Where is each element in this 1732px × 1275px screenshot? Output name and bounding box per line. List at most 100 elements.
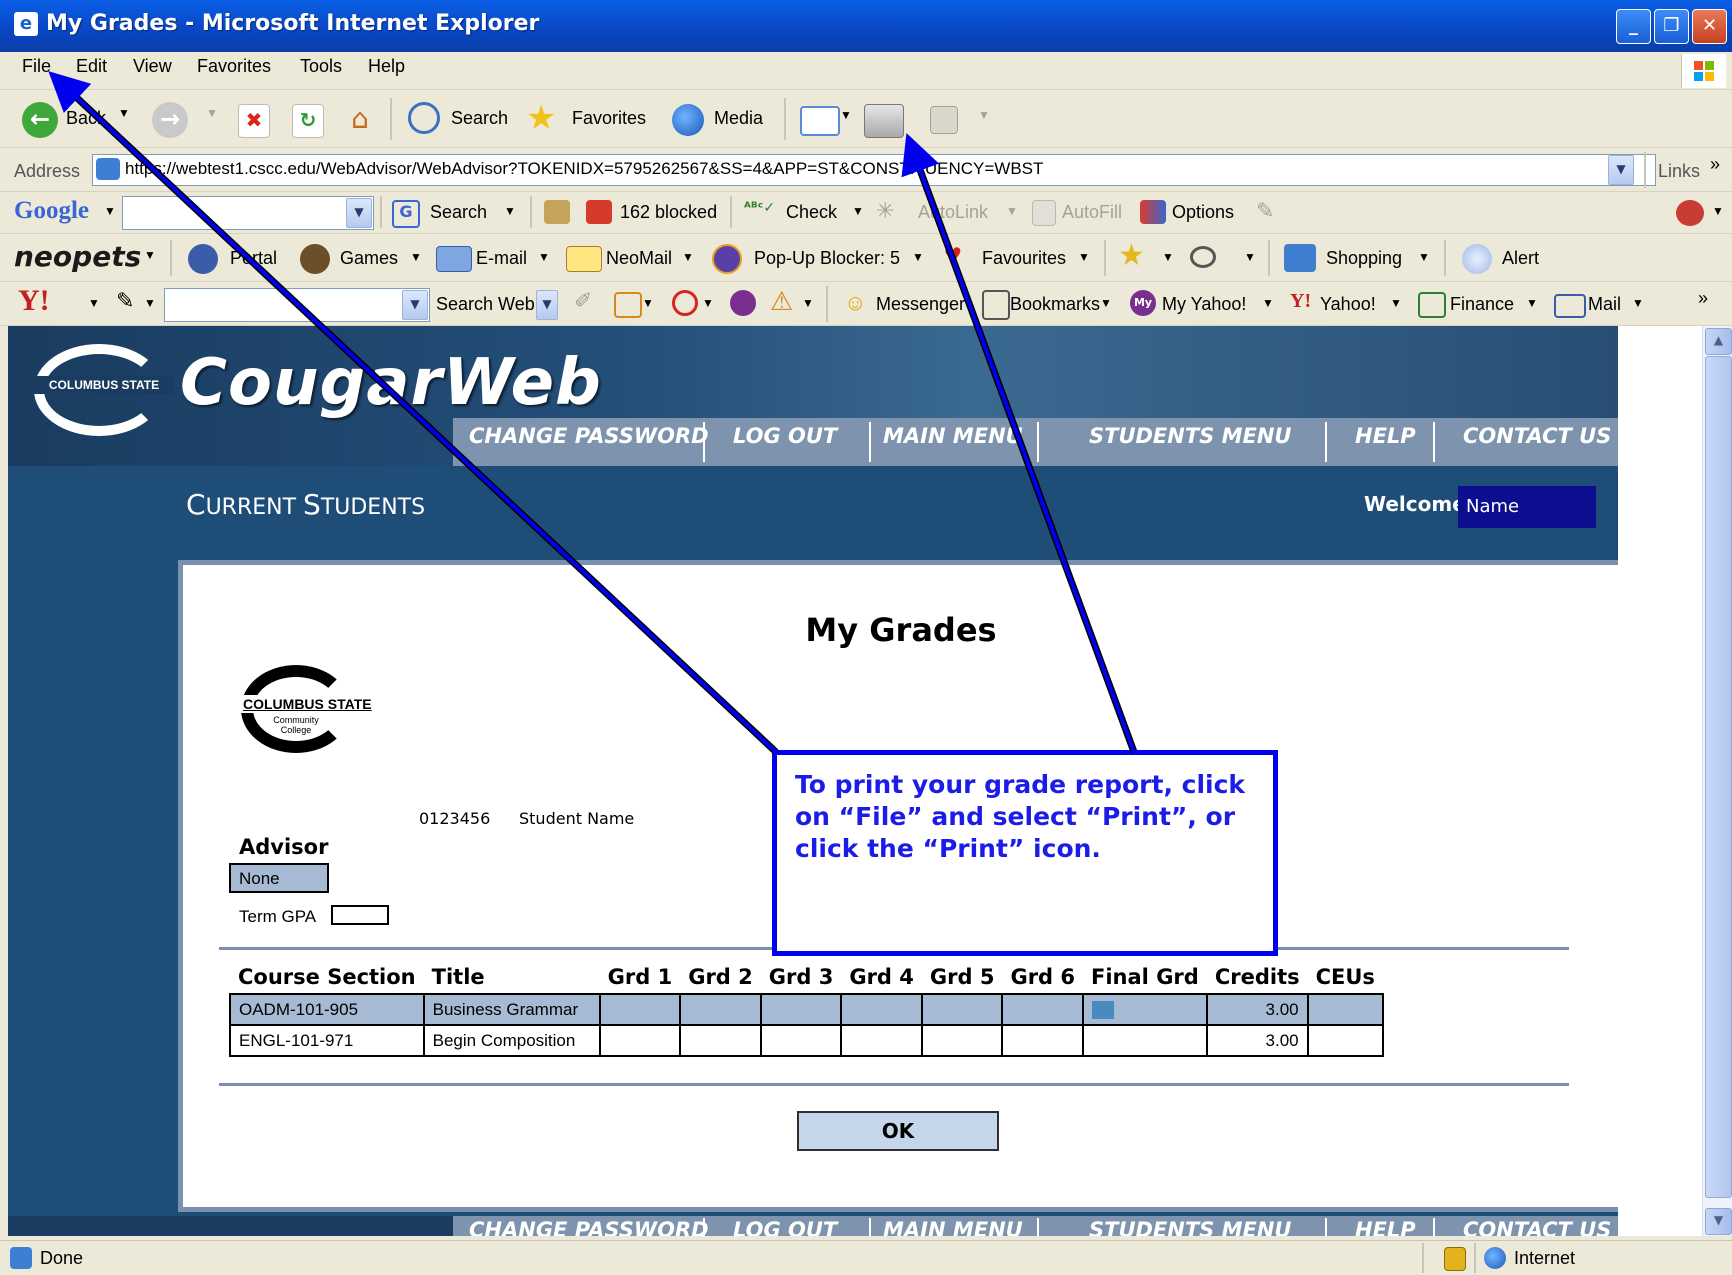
target-dropdown-icon[interactable]: ▼: [702, 296, 714, 310]
stars-icon[interactable]: ★: [1118, 238, 1145, 273]
my-yahoo-dropdown-icon[interactable]: ▼: [1262, 296, 1274, 310]
yahoo-small-icon[interactable]: Y!: [1290, 290, 1311, 313]
yahoo-dropdown-icon[interactable]: ▼: [88, 296, 100, 310]
google-search-dropdown-icon[interactable]: ▼: [504, 204, 516, 218]
games-icon[interactable]: [300, 244, 330, 274]
portal-icon[interactable]: [188, 244, 218, 274]
check-dropdown-icon[interactable]: ▼: [852, 204, 864, 218]
address-input[interactable]: https://webtest1.cscc.edu/WebAdvisor/Web…: [92, 154, 1656, 186]
highlight-pen-icon[interactable]: ✎: [1256, 198, 1274, 224]
options-icon[interactable]: [1140, 200, 1166, 224]
autolink-button[interactable]: AutoLink: [918, 202, 988, 223]
yahoo-mail-dropdown-icon[interactable]: ▼: [1632, 296, 1644, 310]
bottom-nav-help[interactable]: HELP: [1355, 1218, 1416, 1236]
mail-envelope-icon[interactable]: [1554, 294, 1586, 318]
yahoo-search-input[interactable]: [164, 288, 430, 322]
shopping-dropdown-icon[interactable]: ▼: [1418, 250, 1430, 264]
menu-view[interactable]: View: [133, 56, 172, 77]
back-dropdown-icon[interactable]: ▼: [118, 106, 130, 120]
back-button[interactable]: Back: [66, 108, 106, 129]
finance-button[interactable]: Finance: [1450, 294, 1514, 315]
my-yahoo-button[interactable]: My Yahoo!: [1162, 294, 1246, 315]
bottom-nav-log-out[interactable]: LOG OUT: [733, 1218, 837, 1236]
yahoo-input-dropdown[interactable]: ▼: [402, 290, 428, 320]
yahoo-button[interactable]: Yahoo!: [1320, 294, 1376, 315]
edit-icon[interactable]: [930, 106, 958, 134]
alert-button[interactable]: Alert: [1502, 248, 1539, 269]
google-dropdown-icon[interactable]: ▼: [104, 204, 116, 218]
scroll-down-icon[interactable]: ▼: [1705, 1208, 1732, 1235]
restore-button[interactable]: ❐: [1654, 9, 1689, 44]
forward-arrow-icon[interactable]: →: [152, 102, 188, 138]
favorites-star-icon[interactable]: ★: [526, 98, 556, 138]
google-input-dropdown[interactable]: ▼: [346, 198, 372, 228]
bookmarks-button[interactable]: Bookmarks: [1010, 294, 1100, 315]
favorites-button[interactable]: Favorites: [572, 108, 646, 129]
links-chevron-icon[interactable]: »: [1710, 154, 1720, 175]
heart-icon[interactable]: ♥: [944, 238, 962, 272]
alert-bell-icon[interactable]: ⚠: [770, 286, 793, 317]
mail-dropdown-icon[interactable]: ▼: [840, 108, 852, 122]
options-button[interactable]: Options: [1172, 202, 1234, 223]
forward-dropdown-icon[interactable]: ▼: [206, 106, 218, 120]
bookmarks-dropdown-icon[interactable]: ▼: [1100, 296, 1112, 310]
nav-contact-us[interactable]: CONTACT US: [1463, 424, 1611, 448]
stop-icon[interactable]: ✖: [238, 104, 270, 138]
favourites-dropdown-icon[interactable]: ▼: [1078, 250, 1090, 264]
games-button[interactable]: Games: [340, 248, 398, 269]
popup-blocker-button[interactable]: Pop-Up Blocker: 5: [754, 248, 900, 269]
google-search-button[interactable]: Search: [430, 202, 487, 223]
autolink-icon[interactable]: ✳: [876, 198, 894, 224]
back-arrow-icon[interactable]: ←: [22, 102, 58, 138]
stars-dropdown-icon[interactable]: ▼: [1162, 250, 1174, 264]
finance-dropdown-icon[interactable]: ▼: [1526, 296, 1538, 310]
menu-favorites[interactable]: Favorites: [197, 56, 271, 77]
search-button[interactable]: Search: [451, 108, 508, 129]
scroll-thumb[interactable]: [1705, 356, 1732, 1198]
messenger-button[interactable]: Messenger: [876, 294, 965, 315]
nav-log-out[interactable]: LOG OUT: [733, 424, 837, 448]
neopets-dropdown-icon[interactable]: ▼: [144, 248, 156, 262]
bookmarks-icon[interactable]: [982, 290, 1010, 320]
autolink-dropdown-icon[interactable]: ▼: [1006, 204, 1018, 218]
google-search-icon[interactable]: G: [392, 200, 420, 228]
bottom-nav-students-menu[interactable]: STUDENTS MENU: [1089, 1218, 1291, 1236]
close-button[interactable]: ✕: [1692, 9, 1727, 44]
gift-icon[interactable]: [1284, 244, 1316, 272]
email-icon[interactable]: [436, 246, 472, 272]
search-web-button[interactable]: Search Web: [436, 294, 535, 315]
bottom-nav-main-menu[interactable]: MAIN MENU: [883, 1218, 1023, 1236]
pencil-icon[interactable]: ✎: [116, 288, 134, 314]
shopping-button[interactable]: Shopping: [1326, 248, 1402, 269]
pagerank-icon[interactable]: [544, 200, 570, 224]
autofill-button[interactable]: AutoFill: [1062, 202, 1122, 223]
games-dropdown-icon[interactable]: ▼: [410, 250, 422, 264]
media-button[interactable]: Media: [714, 108, 763, 129]
mail-icon[interactable]: [800, 106, 840, 136]
popup-blocker-icon[interactable]: [586, 200, 612, 224]
calendar-dropdown-icon[interactable]: ▼: [642, 296, 654, 310]
target-icon[interactable]: [672, 290, 698, 316]
google-logo[interactable]: Google: [14, 197, 89, 225]
magnifier-icon[interactable]: [1190, 246, 1216, 268]
email-button[interactable]: E-mail: [476, 248, 527, 269]
yahoo-mail-button[interactable]: Mail: [1588, 294, 1621, 315]
refresh-icon[interactable]: ↻: [292, 104, 324, 138]
bottom-nav-change-password[interactable]: CHANGE PASSWORD: [469, 1218, 709, 1236]
links-label[interactable]: Links: [1658, 161, 1700, 182]
finance-icon[interactable]: [1418, 292, 1446, 318]
nav-main-menu[interactable]: MAIN MENU: [883, 424, 1023, 448]
pdf-icon[interactable]: [1676, 200, 1704, 226]
spellcheck-icon[interactable]: ᴬᴮᶜ✓: [744, 200, 775, 216]
yahoo-button-dropdown-icon[interactable]: ▼: [1390, 296, 1402, 310]
favourites-button[interactable]: Favourites: [982, 248, 1066, 269]
yahoo-logo[interactable]: Y!: [18, 284, 50, 318]
scroll-up-icon[interactable]: ▲: [1705, 328, 1732, 355]
headphones-icon[interactable]: [730, 290, 756, 316]
neomail-dropdown-icon[interactable]: ▼: [682, 250, 694, 264]
pdf-dropdown-icon[interactable]: ▼: [1712, 204, 1724, 218]
menu-tools[interactable]: Tools: [300, 56, 342, 77]
blocked-count[interactable]: 162 blocked: [620, 202, 717, 223]
google-search-input[interactable]: [122, 196, 374, 230]
search-icon[interactable]: [408, 102, 440, 134]
